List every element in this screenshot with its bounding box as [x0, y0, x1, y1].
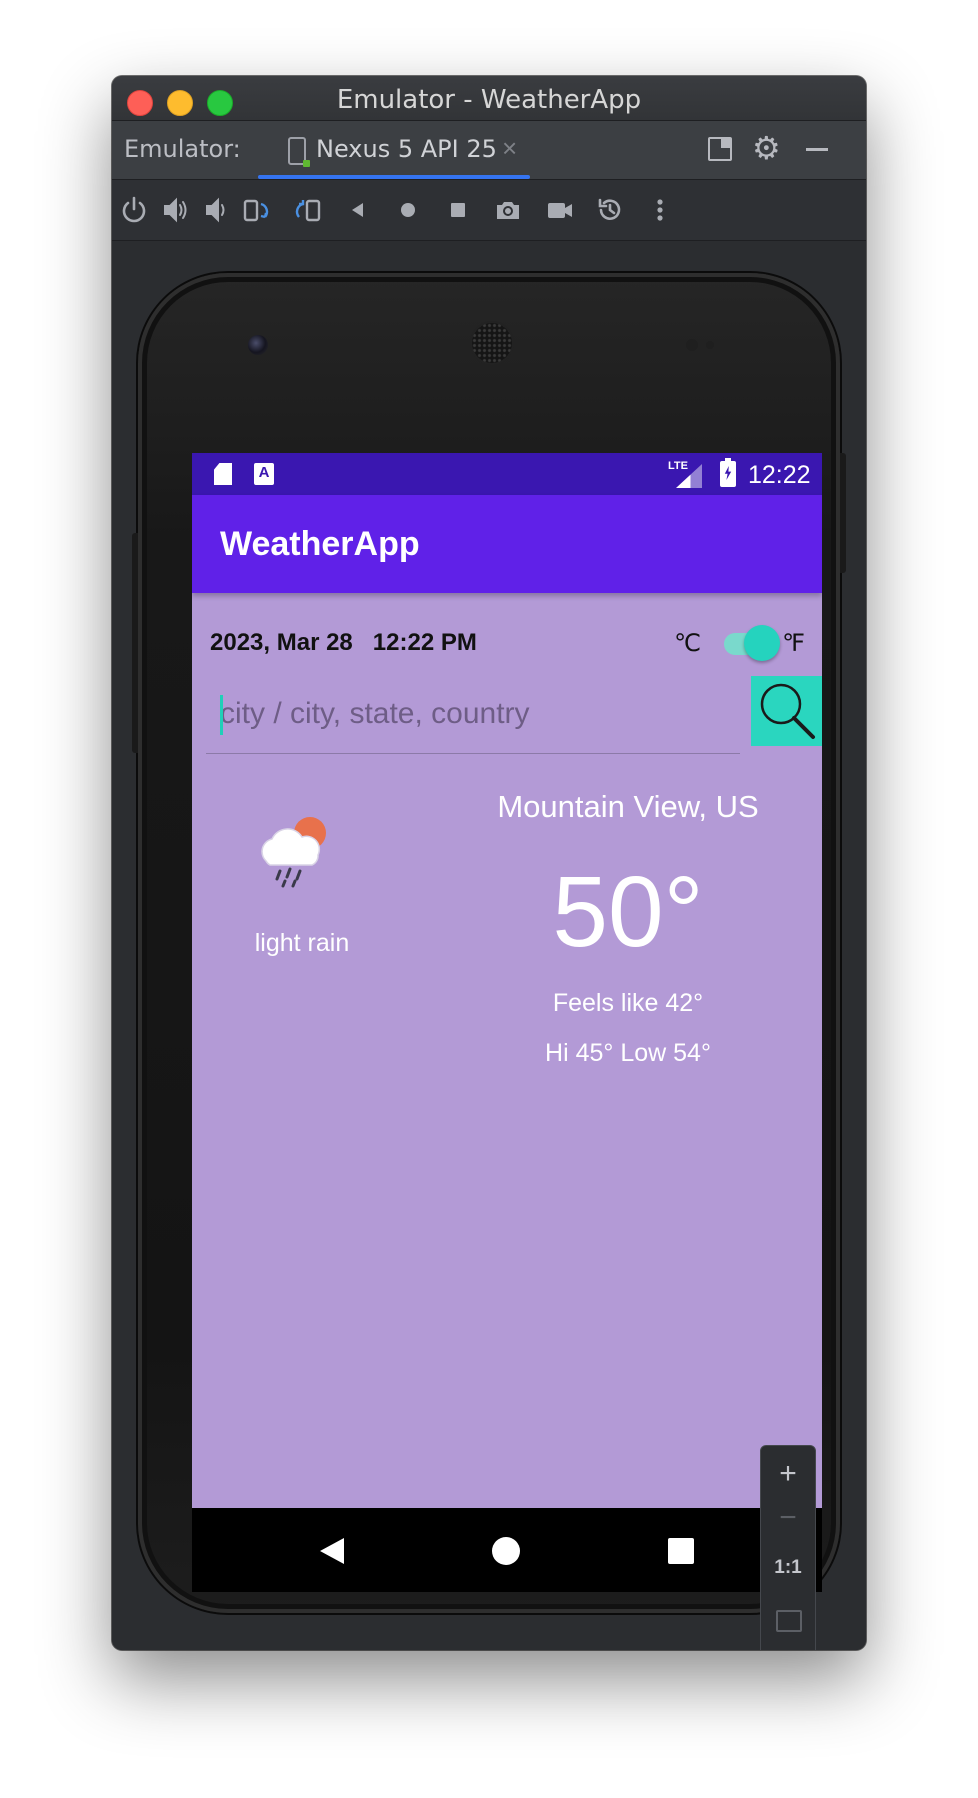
hide-panel-icon[interactable]: [806, 148, 828, 151]
actual-size-button[interactable]: 1:1: [761, 1544, 815, 1592]
power-icon[interactable]: [116, 192, 152, 228]
window-title: Emulator - WeatherApp: [336, 85, 642, 115]
status-time: 12:22: [748, 461, 811, 489]
gear-icon[interactable]: ⚙: [752, 129, 781, 167]
volume-down-icon[interactable]: [198, 192, 234, 228]
title-bar: Emulator - WeatherApp: [112, 76, 866, 121]
fit-screen-icon[interactable]: [776, 1610, 802, 1632]
lte-label: LTE: [668, 460, 688, 472]
overview-icon[interactable]: [440, 192, 476, 228]
zoom-controls: + − 1:1: [760, 1445, 816, 1650]
city-label: Mountain View, US: [497, 789, 759, 824]
search-field: [206, 677, 740, 754]
keyboard-notification-icon: A: [254, 463, 274, 485]
app-bar: WeatherApp: [192, 495, 822, 593]
device-screen: A LTE 12:22 WeatherApp 2023, Mar 28 12:2…: [192, 453, 822, 1508]
phone-frame: A LTE 12:22 WeatherApp 2023, Mar 28 12:2…: [132, 273, 846, 1613]
date-label: 2023, Mar 28: [210, 629, 353, 656]
condition-label: light rain: [254, 929, 350, 957]
back-icon[interactable]: [340, 192, 376, 228]
nav-home-button[interactable]: [492, 1537, 520, 1565]
search-icon: [760, 683, 815, 739]
home-icon[interactable]: [390, 192, 426, 228]
temperature-value: 50°: [552, 856, 704, 968]
tab-label: Nexus 5 API 25: [316, 135, 497, 163]
tab-nexus-5-api-25[interactable]: Nexus 5 API 25 ×: [258, 121, 530, 179]
tab-close-icon[interactable]: ×: [502, 133, 517, 164]
feels-like-label: Feels like 42°: [552, 989, 704, 1017]
fahrenheit-label: ℉: [782, 630, 805, 657]
light-rain-weather-icon: [252, 809, 338, 889]
earpiece-speaker: [472, 323, 512, 363]
emulator-window: Emulator - WeatherApp Emulator: Nexus 5 …: [112, 76, 866, 1650]
zoom-in-button[interactable]: +: [761, 1450, 815, 1498]
battery-charging-icon: [720, 458, 736, 487]
more-icon[interactable]: [642, 192, 678, 228]
snapshot-icon[interactable]: [592, 192, 628, 228]
search-button[interactable]: [751, 676, 822, 746]
proximity-sensor: [686, 339, 698, 351]
app-title: WeatherApp: [220, 525, 420, 563]
celsius-label: ℃: [674, 630, 701, 657]
volume-up-icon[interactable]: [158, 192, 194, 228]
unit-toggle-switch[interactable]: [720, 621, 780, 665]
lte-signal-icon: LTE: [668, 460, 702, 488]
emulator-tab-bar: Emulator: Nexus 5 API 25 × ⚙: [112, 121, 866, 180]
phone-side-button: [840, 453, 846, 573]
emulator-toolbar: [112, 180, 866, 241]
front-camera: [248, 335, 268, 355]
light-sensor: [706, 341, 714, 349]
android-nav-bar: [192, 1508, 822, 1592]
screenshot-icon[interactable]: [490, 192, 526, 228]
zoom-out-button[interactable]: −: [761, 1494, 815, 1542]
emulator-label: Emulator:: [124, 135, 241, 163]
screen-record-icon[interactable]: [542, 192, 578, 228]
rotate-left-icon[interactable]: [238, 192, 274, 228]
date-time-label: 2023, Mar 28 12:22 PM: [210, 629, 477, 657]
sd-card-icon: [214, 463, 232, 485]
nav-back-button[interactable]: [320, 1538, 344, 1564]
nav-recents-button[interactable]: [668, 1538, 694, 1564]
layout-icon[interactable]: [708, 137, 732, 161]
phone-volume-button: [132, 533, 138, 753]
hi-low-label: Hi 45° Low 54°: [545, 1039, 711, 1067]
active-tab-indicator: [258, 175, 530, 179]
text-cursor: [220, 695, 223, 735]
rotate-right-icon[interactable]: [290, 192, 326, 228]
device-icon: [288, 137, 310, 167]
time-label: 12:22 PM: [372, 629, 477, 656]
search-input[interactable]: [220, 685, 720, 743]
android-status-bar: A LTE 12:22: [192, 453, 822, 495]
switch-thumb: [744, 625, 780, 661]
emulator-stage: A LTE 12:22 WeatherApp 2023, Mar 28 12:2…: [112, 241, 866, 1650]
